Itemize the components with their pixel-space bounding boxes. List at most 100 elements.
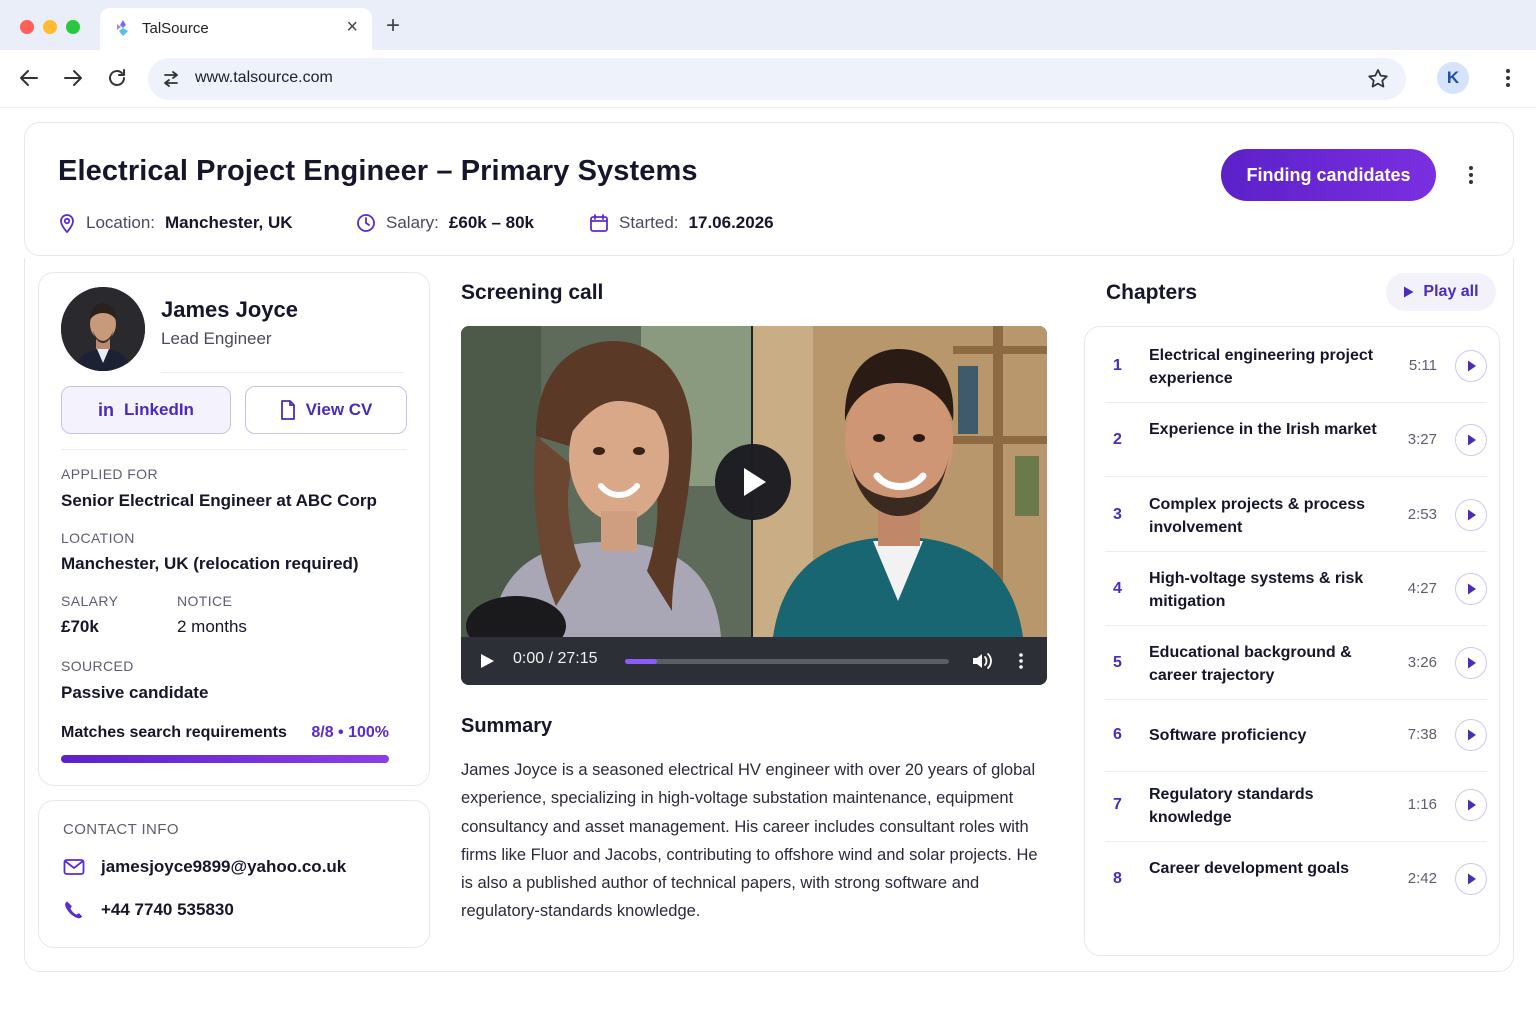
play-all-button[interactable]: Play all — [1386, 273, 1496, 311]
chapter-play-button[interactable] — [1455, 350, 1487, 382]
play-all-label: Play all — [1423, 283, 1479, 300]
location-value: Manchester, UK — [165, 213, 293, 232]
chapter-play-button[interactable] — [1455, 863, 1487, 895]
video-player[interactable]: 0:00 / 27:15 — [461, 326, 1047, 685]
reload-icon[interactable] — [105, 66, 129, 90]
play-icon — [1467, 873, 1476, 884]
summary-text: James Joyce is a seasoned electrical HV … — [461, 761, 1038, 921]
chapter-duration: 3:27 — [1407, 431, 1437, 448]
play-icon — [1467, 729, 1476, 740]
started-label: Started: — [619, 213, 679, 232]
linkedin-button[interactable]: in LinkedIn — [61, 386, 231, 434]
browser-menu-icon[interactable] — [1498, 66, 1518, 90]
chapter-play-button[interactable] — [1455, 573, 1487, 605]
chapter-title: Educational background & career trajecto… — [1149, 644, 1352, 684]
site-settings-icon[interactable] — [160, 68, 182, 90]
job-salary: Salary: £60k – 80k — [356, 213, 534, 233]
calendar-icon — [590, 214, 608, 232]
window-maximize-dot[interactable] — [66, 20, 80, 34]
video-scrubber[interactable] — [625, 659, 949, 664]
chapter-number: 4 — [1113, 580, 1122, 597]
phone-value[interactable]: +44 7740 535830 — [101, 900, 234, 920]
chapter-play-button[interactable] — [1455, 499, 1487, 531]
chapter-item[interactable]: 5 Educational background & career traject… — [1105, 626, 1487, 700]
bookmark-star-icon[interactable] — [1366, 67, 1390, 91]
chapter-duration: 1:16 — [1407, 796, 1437, 813]
chapter-duration: 2:53 — [1407, 506, 1437, 523]
notice-label: NOTICE — [177, 593, 233, 609]
clock-icon — [357, 214, 375, 232]
video-more-icon[interactable] — [1013, 651, 1029, 671]
browser-tab[interactable]: TalSource × — [100, 8, 372, 50]
divider — [161, 372, 405, 373]
chapter-item[interactable]: 8 Career development goals 2:42 — [1105, 842, 1487, 916]
candidate-name: James Joyce — [161, 297, 298, 322]
divider — [61, 449, 407, 450]
chapter-title: Experience in the Irish market — [1149, 421, 1377, 438]
screening-call-heading: Screening call — [461, 281, 604, 304]
new-tab-icon[interactable]: + — [386, 14, 400, 38]
chapter-number: 6 — [1113, 726, 1122, 743]
divider — [1105, 476, 1487, 477]
chapter-number: 5 — [1113, 654, 1122, 671]
window-minimize-dot[interactable] — [43, 20, 57, 34]
browser-toolbar: www.talsource.com K — [0, 50, 1536, 108]
tab-title: TalSource — [142, 20, 209, 37]
chapter-item[interactable]: 1 Electrical engineering project experien… — [1105, 329, 1487, 403]
chapter-title: Complex projects & process involvement — [1149, 496, 1366, 536]
url-text[interactable]: www.talsource.com — [195, 69, 333, 87]
view-cv-label: View CV — [305, 400, 373, 419]
forward-arrow-icon[interactable] — [61, 66, 85, 90]
play-icon — [1467, 657, 1476, 668]
play-icon — [1467, 799, 1476, 810]
email-value[interactable]: jamesjoyce9899@yahoo.co.uk — [101, 857, 346, 877]
window-close-dot[interactable] — [20, 20, 34, 34]
applied-for-label: APPLIED FOR — [61, 466, 158, 482]
started-value: 17.06.2026 — [688, 213, 774, 232]
chapter-item[interactable]: 6 Software proficiency 7:38 — [1105, 698, 1487, 772]
finding-candidates-button[interactable]: Finding candidates — [1221, 149, 1436, 201]
summary-heading: Summary — [461, 715, 553, 737]
video-scrubber-fill — [625, 659, 658, 664]
location-value: Manchester, UK (relocation required) — [61, 554, 359, 573]
job-started: Started: 17.06.2026 — [589, 213, 774, 233]
profile-avatar[interactable]: K — [1437, 62, 1469, 94]
chapter-item[interactable]: 4 High-voltage systems & risk mitigation 4… — [1105, 552, 1487, 626]
chapter-number: 1 — [1113, 357, 1122, 374]
chapters-list: 1 Electrical engineering project experien… — [1084, 326, 1500, 956]
address-bar[interactable]: www.talsource.com — [148, 58, 1406, 100]
chapter-play-button[interactable] — [1455, 789, 1487, 821]
chapter-title: Career development goals — [1149, 860, 1350, 877]
view-cv-button[interactable]: View CV — [245, 386, 407, 434]
chapter-title: Regulatory standards knowledge — [1149, 786, 1314, 826]
contact-card: CONTACT INFO jamesjoyce9899@yahoo.co.uk … — [38, 800, 430, 948]
chapter-item[interactable]: 2 Experience in the Irish market 3:27 — [1105, 403, 1487, 477]
more-options-icon[interactable] — [1461, 163, 1481, 187]
volume-icon[interactable] — [971, 651, 993, 671]
chapter-play-button[interactable] — [1455, 719, 1487, 751]
chapters-heading: Chapters — [1106, 281, 1198, 304]
chapter-title: Software proficiency — [1149, 727, 1307, 744]
chapter-play-button[interactable] — [1455, 647, 1487, 679]
phone-row[interactable]: +44 7740 535830 — [63, 900, 234, 920]
chapter-item[interactable]: 7 Regulatory standards knowledge 1:16 — [1105, 768, 1487, 842]
match-value: 8/8 • 100% — [311, 724, 389, 741]
mail-icon — [63, 859, 85, 875]
candidate-photo — [61, 287, 145, 371]
salary-label: SALARY — [61, 593, 119, 609]
phone-icon — [65, 901, 83, 919]
play-video-button[interactable] — [715, 444, 791, 520]
email-row[interactable]: jamesjoyce9899@yahoo.co.uk — [63, 857, 346, 877]
document-icon — [280, 400, 295, 420]
close-tab-icon[interactable]: × — [346, 16, 358, 38]
play-icon — [1404, 286, 1414, 298]
video-controls: 0:00 / 27:15 — [461, 637, 1047, 685]
chapter-item[interactable]: 3 Complex projects & process involvement 2… — [1105, 478, 1487, 552]
back-arrow-icon[interactable] — [17, 66, 41, 90]
linkedin-label: LinkedIn — [124, 400, 194, 419]
linkedin-icon: in — [98, 399, 115, 420]
video-participant-right — [753, 326, 1047, 637]
play-icon[interactable] — [479, 653, 495, 669]
chapter-play-button[interactable] — [1455, 424, 1487, 456]
salary-value: £60k – 80k — [448, 213, 535, 232]
